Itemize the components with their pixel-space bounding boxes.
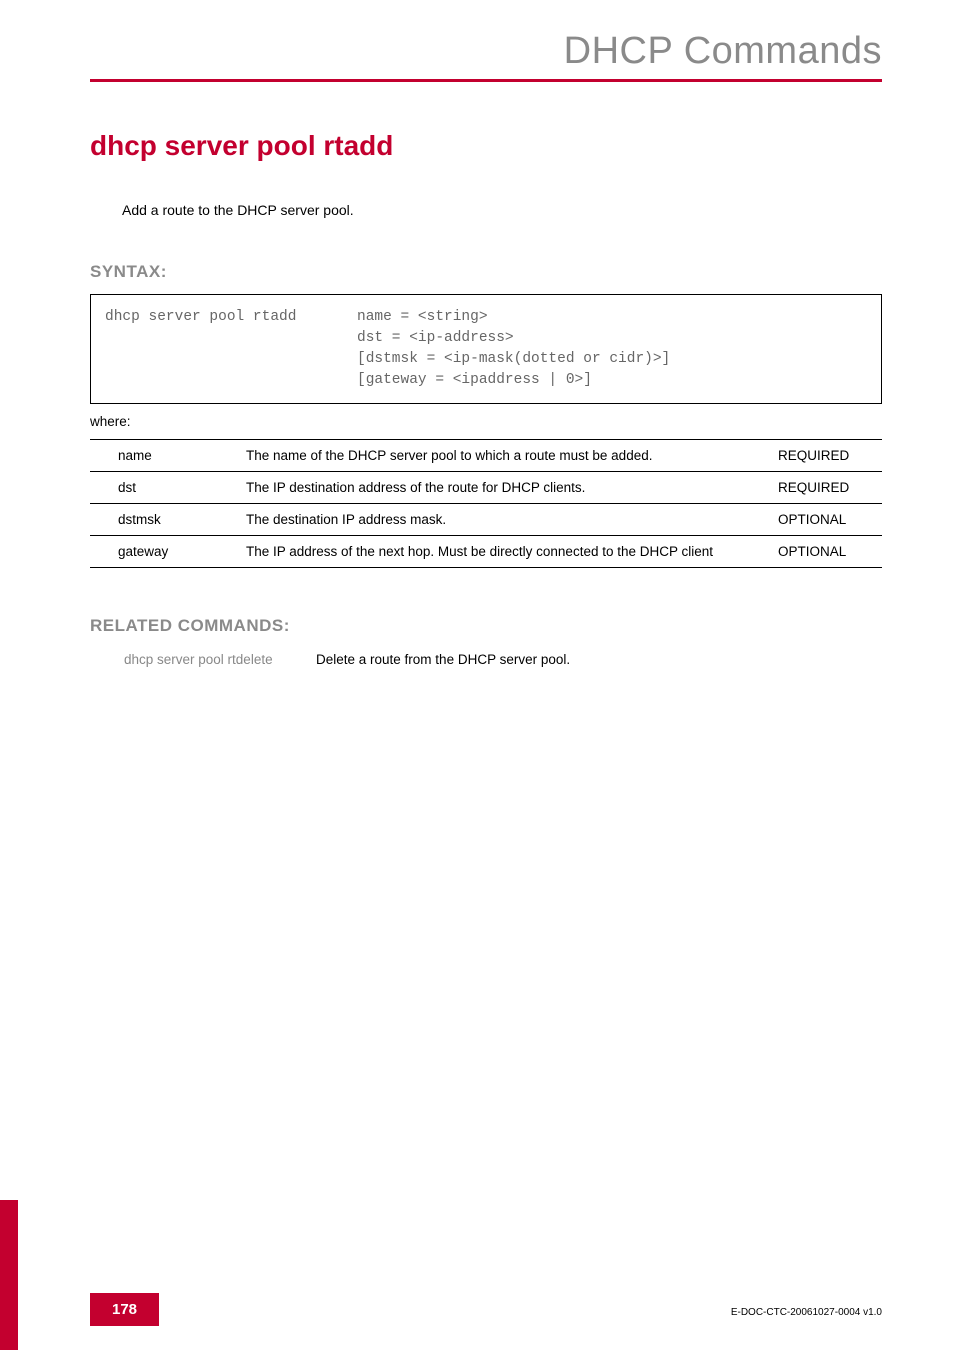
- page-content: DHCP Commands dhcp server pool rtadd Add…: [0, 0, 954, 671]
- param-name: dst: [90, 472, 240, 504]
- table-row: dst The IP destination address of the ro…: [90, 472, 882, 504]
- command-description: Add a route to the DHCP server pool.: [122, 202, 882, 218]
- where-label: where:: [90, 414, 882, 429]
- related-heading: RELATED COMMANDS:: [90, 616, 882, 636]
- table-row: dhcp server pool rtdelete Delete a route…: [124, 650, 570, 669]
- page-header: DHCP Commands: [90, 30, 882, 82]
- param-req: REQUIRED: [772, 472, 882, 504]
- document-id: E-DOC-CTC-20061027-0004 v1.0: [731, 1307, 882, 1318]
- param-desc: The IP destination address of the route …: [240, 472, 772, 504]
- page-footer: 178 E-DOC-CTC-20061027-0004 v1.0: [0, 1294, 954, 1326]
- related-command-desc: Delete a route from the DHCP server pool…: [316, 650, 570, 669]
- params-table: name The name of the DHCP server pool to…: [90, 439, 882, 568]
- param-name: name: [90, 440, 240, 472]
- related-commands-table: dhcp server pool rtdelete Delete a route…: [122, 648, 572, 671]
- table-row: name The name of the DHCP server pool to…: [90, 440, 882, 472]
- command-title: dhcp server pool rtadd: [90, 130, 882, 162]
- param-req: OPTIONAL: [772, 536, 882, 568]
- param-name: gateway: [90, 536, 240, 568]
- syntax-box: dhcp server pool rtaddname = <string> ds…: [90, 294, 882, 404]
- syntax-args: name = <string> dst = <ip-address> [dstm…: [357, 307, 670, 391]
- table-row: dstmsk The destination IP address mask. …: [90, 504, 882, 536]
- side-accent-bar: [0, 1200, 18, 1350]
- table-row: gateway The IP address of the next hop. …: [90, 536, 882, 568]
- header-title: DHCP Commands: [90, 30, 882, 73]
- param-name: dstmsk: [90, 504, 240, 536]
- syntax-heading: SYNTAX:: [90, 262, 882, 282]
- param-desc: The IP address of the next hop. Must be …: [240, 536, 772, 568]
- related-command-name: dhcp server pool rtdelete: [124, 650, 314, 669]
- param-req: REQUIRED: [772, 440, 882, 472]
- page-number: 178: [90, 1293, 159, 1326]
- param-req: OPTIONAL: [772, 504, 882, 536]
- syntax-command: dhcp server pool rtadd: [105, 307, 357, 328]
- param-desc: The destination IP address mask.: [240, 504, 772, 536]
- param-desc: The name of the DHCP server pool to whic…: [240, 440, 772, 472]
